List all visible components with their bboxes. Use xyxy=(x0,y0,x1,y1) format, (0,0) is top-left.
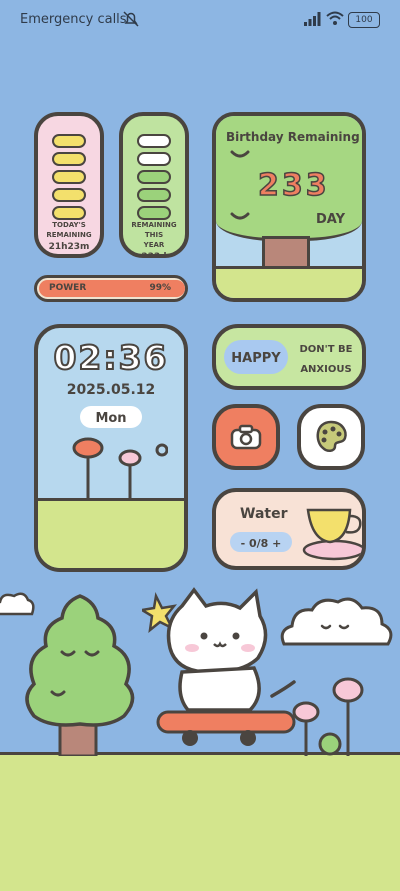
today-label-line2: REMAINING xyxy=(46,231,92,239)
palette-button[interactable] xyxy=(297,404,365,470)
palette-icon xyxy=(316,420,347,452)
day-badge: Mon xyxy=(80,406,142,428)
mood-message-line1: DON'T BE xyxy=(299,344,353,355)
battery-icon: 100 xyxy=(348,12,380,28)
battery-level: 100 xyxy=(355,15,373,25)
water-label: Water xyxy=(240,506,288,522)
power-bar: POWER 99% xyxy=(34,275,188,302)
year-label: REMAINING THIS YEAR 233d xyxy=(123,220,185,258)
clock-day: Mon xyxy=(95,411,127,426)
cat-illustration xyxy=(142,587,296,746)
water-widget[interactable]: Water - 0/8 + xyxy=(212,488,366,570)
sleepy-eyes-icon xyxy=(230,150,250,158)
status-bar: Emergency calls 100 xyxy=(0,0,400,40)
happy-badge[interactable]: HAPPY xyxy=(224,340,288,374)
power-value: 99% xyxy=(149,283,171,293)
today-label-line1: TODAY'S xyxy=(52,221,86,229)
mood-widget[interactable]: HAPPY DON'T BE ANXIOUS xyxy=(212,324,366,390)
birthday-widget[interactable]: Birthday Remaining 233 DAY xyxy=(212,112,366,302)
grass-ground xyxy=(0,752,400,891)
mood-message: DON'T BE ANXIOUS xyxy=(294,340,358,380)
mood-message-line2: ANXIOUS xyxy=(300,364,352,375)
year-label-line1: REMAINING THIS xyxy=(131,221,177,239)
year-value: 233d xyxy=(141,252,167,258)
flower-illustration xyxy=(292,677,364,756)
clock-time: 02:36 xyxy=(52,337,169,378)
camera-button[interactable] xyxy=(212,404,280,470)
signal-icon xyxy=(304,12,321,26)
year-label-line2: YEAR xyxy=(143,241,165,249)
year-remaining-widget[interactable]: REMAINING THIS YEAR 233d xyxy=(119,112,189,258)
carrier-label: Emergency calls xyxy=(20,12,127,27)
camera-icon xyxy=(230,424,262,450)
birthday-unit: DAY xyxy=(316,212,346,227)
today-progress-bars xyxy=(52,134,86,224)
birthday-number: 233 xyxy=(257,167,330,204)
year-progress-bars xyxy=(137,134,171,224)
clock-date: 2025.05.12 xyxy=(66,382,156,398)
power-label: POWER xyxy=(49,283,87,293)
water-counter[interactable]: - 0/8 + xyxy=(230,532,292,552)
water-counter-value: - 0/8 + xyxy=(240,537,282,550)
birthday-title: Birthday Remaining xyxy=(226,130,360,144)
happy-label: HAPPY xyxy=(231,351,281,366)
today-remaining-widget[interactable]: TODAY'S REMAINING 21h23m xyxy=(34,112,104,258)
clock-widget[interactable]: 02:36 2025.05.12 Mon xyxy=(34,324,188,572)
today-label: TODAY'S REMAINING 21h23m xyxy=(38,220,100,252)
sleepy-eyes-icon xyxy=(230,212,250,220)
tree-illustration xyxy=(25,594,135,756)
ground xyxy=(216,266,362,298)
teacup-icon xyxy=(302,508,362,561)
notification-off-icon xyxy=(123,11,139,27)
clock-ground xyxy=(38,498,184,568)
flower-illustration xyxy=(72,437,168,498)
today-value: 21h23m xyxy=(48,242,90,252)
wifi-icon xyxy=(326,11,344,25)
